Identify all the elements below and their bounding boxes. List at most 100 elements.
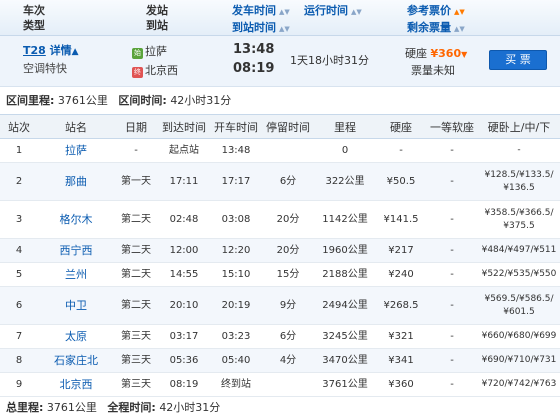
station-name[interactable]: 西宁西 (38, 238, 114, 263)
table-row: 2 那曲 第一天 17:11 17:17 6分 322公里 ¥50.5- ¥128.5/¥133… (0, 162, 560, 201)
arrive-time: 20:10 (158, 286, 210, 325)
range-time-label: 区间时间: (118, 94, 167, 107)
first-class-price: - (426, 200, 478, 239)
station-name[interactable]: 中卫 (38, 286, 114, 325)
stop-duration: 4分 (262, 348, 314, 373)
sleeper-price: ¥660/¥680/¥699 (478, 324, 560, 349)
dropdown-triangle-icon[interactable]: ▼ (461, 50, 467, 59)
day: 第三天 (114, 324, 158, 349)
sleeper-price: ¥484/¥497/¥511 (478, 238, 560, 263)
buy-ticket-button[interactable]: 买 票 (489, 50, 547, 70)
depart-time: 15:10 (210, 262, 262, 287)
hard-seat-price: ¥360 (376, 372, 426, 397)
train-result-row: T28 详情▲ 空调特快 始拉萨 终北京西 13:48 08:19 1天18小时… (0, 36, 560, 87)
ticket-status: 票量未知 (411, 64, 455, 77)
depart-time-sort[interactable]: 发车时间 (232, 4, 276, 17)
range-time-value: 42小时31分 (170, 94, 232, 107)
station-column-header[interactable]: 发站 到站 (146, 3, 168, 33)
train-type-label: 类型 (23, 19, 45, 32)
train-column-header[interactable]: 车次 类型 (23, 3, 45, 33)
stop-duration: 9分 (262, 286, 314, 325)
station-name[interactable]: 格尔木 (38, 200, 114, 239)
first-class-price: - (426, 324, 478, 349)
depart-time: 13:48 (210, 138, 262, 163)
depart-time: 13:48 (233, 42, 275, 57)
duration-column-header[interactable]: 运行时间 ▲▼ (304, 3, 362, 20)
day: 第三天 (114, 372, 158, 397)
first-class-price: - (426, 238, 478, 263)
stop-duration: 20分 (262, 200, 314, 239)
first-class-price: - (426, 162, 478, 201)
station-name[interactable]: 石家庄北 (38, 348, 114, 373)
depart-time: 终到站 (210, 372, 262, 397)
price-column-header[interactable]: 参考票价 ▲▼ 剩余票量 ▲▼ (407, 3, 465, 37)
depart-time: 17:17 (210, 162, 262, 201)
day: 第二天 (114, 262, 158, 287)
arrive-time-sort[interactable]: 到站时间 (232, 21, 276, 34)
to-station: 终北京西 (132, 62, 178, 78)
sort-arrow-icon: ▲▼ (454, 25, 465, 33)
sleeper-price: - (478, 138, 560, 163)
route-summary: 区间里程: 3761公里 区间时间: 42小时31分 (0, 88, 560, 114)
stop-duration: 6分 (262, 162, 314, 201)
train-type: 空调特快 (23, 62, 67, 75)
distance: 1960公里 (314, 238, 376, 263)
day: 第二天 (114, 200, 158, 239)
stop-duration (262, 372, 314, 397)
tickets-sort[interactable]: 剩余票量 (407, 21, 451, 34)
depart-time: 03:08 (210, 200, 262, 239)
distance: 3245公里 (314, 324, 376, 349)
day: 第二天 (114, 238, 158, 263)
sleeper-price: ¥522/¥535/¥550 (478, 262, 560, 287)
sleeper-price: ¥569.5/¥586.5/ ¥601.5 (478, 286, 560, 325)
station-name[interactable]: 兰州 (38, 262, 114, 287)
distance: 322公里 (314, 162, 376, 201)
arrive-time: 12:00 (158, 238, 210, 263)
distance: 1142公里 (314, 200, 376, 239)
terminal-badge: 终 (132, 67, 143, 78)
station-name[interactable]: 那曲 (38, 162, 114, 201)
arrive-time: 03:17 (158, 324, 210, 349)
sort-arrow-icon: ▲▼ (279, 25, 290, 33)
from-station-name: 拉萨 (145, 45, 167, 58)
day: 第三天 (114, 348, 158, 373)
distance: 2494公里 (314, 286, 376, 325)
stop-duration (262, 138, 314, 163)
table-row: 4 西宁西 第二天 12:00 12:20 20分 1960公里 ¥217- ¥484/¥497… (0, 238, 560, 263)
time-column-header[interactable]: 发车时间 ▲▼ 到站时间 ▲▼ (232, 3, 290, 37)
seat-price: 硬座 ¥360▼ (405, 45, 467, 61)
station-name[interactable]: 太原 (38, 324, 114, 349)
column-header: 里程 (314, 114, 376, 139)
stop-number: 2 (0, 162, 38, 201)
hard-seat-price: ¥240 (376, 262, 426, 287)
range-distance-value: 3761公里 (57, 94, 108, 107)
stop-number: 9 (0, 372, 38, 397)
train-number-link[interactable]: T28 (23, 44, 46, 57)
hard-seat-price: ¥268.5 (376, 286, 426, 325)
stop-duration: 20分 (262, 238, 314, 263)
train-code[interactable]: T28 详情▲ (23, 42, 79, 58)
column-header: 停留时间 (262, 114, 314, 139)
column-header: 一等软座 (426, 114, 478, 139)
train-detail-link[interactable]: 详情 (50, 44, 72, 57)
table-row: 8 石家庄北 第三天 05:36 05:40 4分 3470公里 ¥341- ¥690/¥710… (0, 348, 560, 373)
hard-seat-price: ¥341 (376, 348, 426, 373)
distance: 3470公里 (314, 348, 376, 373)
stop-number: 7 (0, 324, 38, 349)
station-name[interactable]: 北京西 (38, 372, 114, 397)
table-row: 9 北京西 第三天 08:19 终到站 3761公里 ¥360- ¥720/¥742/¥763 (0, 372, 560, 397)
station-name[interactable]: 拉萨 (38, 138, 114, 163)
first-class-price: - (426, 138, 478, 163)
distance: 3761公里 (314, 372, 376, 397)
arrive-time: 08:19 (233, 61, 275, 76)
duration-sort[interactable]: 运行时间 (304, 4, 348, 17)
origin-badge: 始 (132, 48, 143, 59)
stop-number: 1 (0, 138, 38, 163)
stop-number: 4 (0, 238, 38, 263)
depart-time: 03:23 (210, 324, 262, 349)
day: - (114, 138, 158, 163)
depart-time: 12:20 (210, 238, 262, 263)
total-time-value: 42小时31分 (159, 401, 221, 414)
triangle-up-icon[interactable]: ▲ (72, 47, 79, 57)
price-sort[interactable]: 参考票价 (407, 4, 451, 17)
